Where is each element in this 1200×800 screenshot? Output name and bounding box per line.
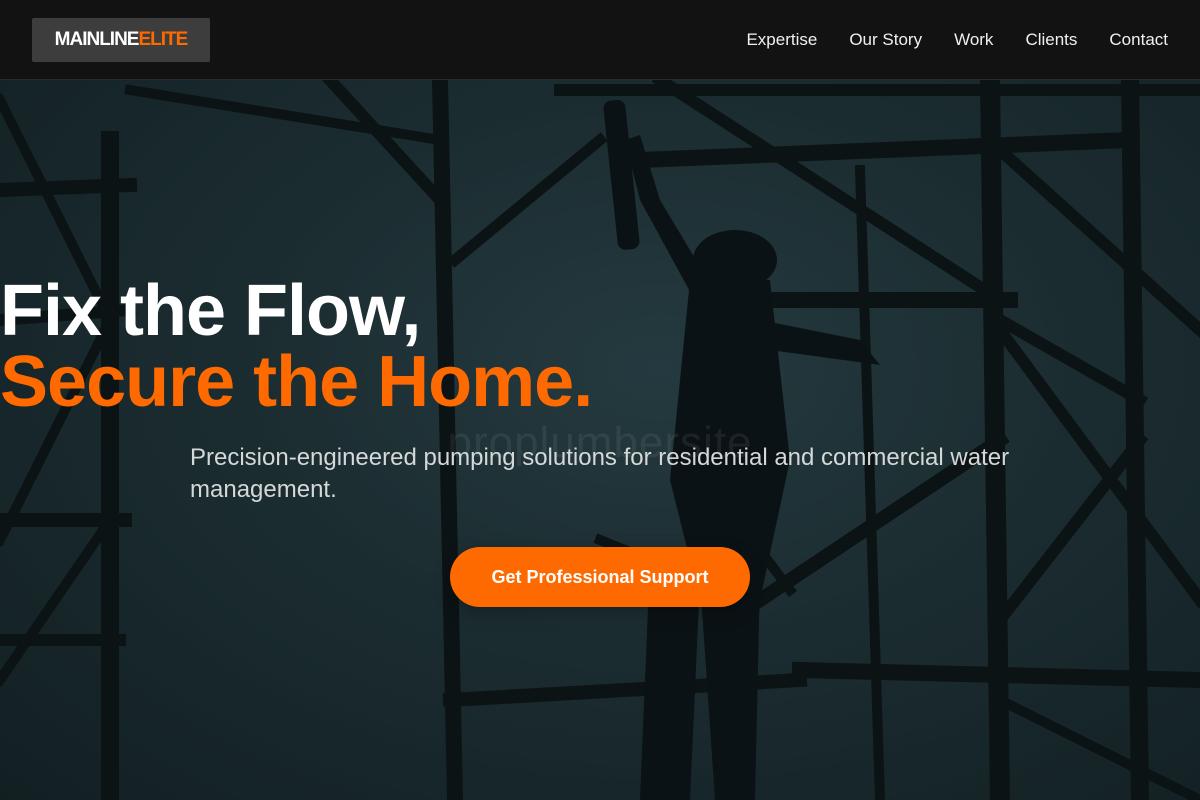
brand-logo[interactable]: MAINLINE ELITE: [32, 17, 210, 62]
hero-title-line2: Secure the Home.: [0, 342, 593, 422]
nav-link-expertise[interactable]: Expertise: [746, 30, 817, 50]
hero-title-line1: Fix the Flow,: [0, 271, 421, 351]
nav-link-contact[interactable]: Contact: [1109, 30, 1168, 50]
hero-subtitle: Precision-engineered pumping solutions f…: [190, 444, 1010, 503]
get-support-button[interactable]: Get Professional Support: [450, 547, 750, 607]
site-header: MAINLINE ELITE Expertise Our Story Work C…: [0, 0, 1200, 80]
hero-section: proplumbersite Fix the Flow, Secure the …: [0, 80, 1200, 800]
logo-text-mainline: MAINLINE: [54, 28, 140, 50]
main-nav: Expertise Our Story Work Clients Contact: [714, 30, 1168, 50]
nav-link-our-story[interactable]: Our Story: [849, 30, 922, 50]
nav-link-clients[interactable]: Clients: [1025, 30, 1077, 50]
logo-text-elite: ELITE: [138, 28, 188, 50]
nav-link-work[interactable]: Work: [954, 30, 993, 50]
